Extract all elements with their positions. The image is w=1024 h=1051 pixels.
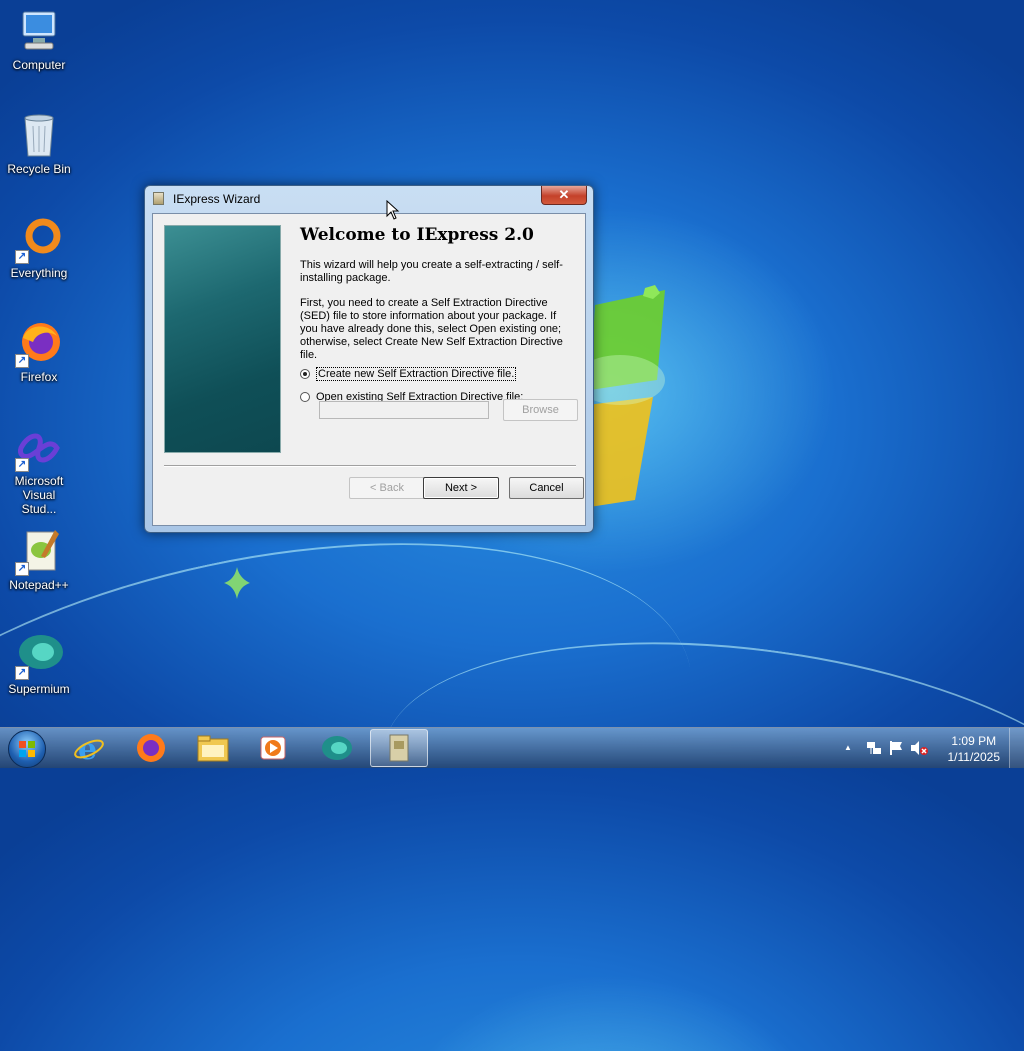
radio-button-create-new[interactable] — [300, 369, 310, 379]
notepadpp-icon: ↗ — [15, 528, 63, 576]
taskbar-media-player[interactable] — [244, 729, 302, 767]
clock-time: 1:09 PM — [951, 734, 997, 748]
sparkle-decoration — [224, 567, 250, 599]
desktop-icon-label: Everything — [10, 266, 68, 280]
start-button[interactable] — [8, 730, 46, 768]
taskbar-firefox[interactable] — [122, 729, 180, 767]
shortcut-arrow-icon: ↗ — [15, 354, 29, 368]
desktop-icon-label: Microsoft Visual Stud... — [14, 474, 64, 516]
back-button[interactable]: < Back — [349, 477, 425, 499]
desktop-icon-label: Notepad++ — [9, 578, 69, 592]
shortcut-arrow-icon: ↗ — [15, 458, 29, 472]
option-create-new-label[interactable]: Create new Self Extraction Directive fil… — [316, 367, 517, 381]
window-title: IExpress Wizard — [173, 192, 261, 206]
title-bar[interactable]: IExpress Wizard ✕ — [145, 186, 593, 212]
wizard-body: Welcome to IExpress 2.0 This wizard will… — [152, 213, 586, 526]
taskbar-file-explorer[interactable] — [184, 729, 242, 767]
desktop-icon-supermium[interactable]: ↗ Supermium — [4, 632, 74, 696]
desktop-icon-visual-studio[interactable]: ↗ Microsoft Visual Stud... — [4, 424, 74, 516]
taskbar-iexpress[interactable] — [370, 729, 428, 767]
recycle-bin-icon — [15, 112, 63, 160]
close-button[interactable]: ✕ — [541, 186, 587, 205]
desktop-icon-recycle-bin[interactable]: Recycle Bin — [4, 112, 74, 176]
instructions-text: First, you need to create a Self Extract… — [300, 297, 563, 361]
wizard-heading: Welcome to IExpress 2.0 — [300, 225, 534, 245]
supermium-icon — [322, 736, 352, 760]
intro-text: This wizard will help you create a self-… — [300, 259, 563, 284]
file-explorer-icon — [197, 735, 229, 762]
taskbar: e ▲ 1:09 PM 1/11/2025 — [0, 727, 1024, 768]
wizard-side-panel-image — [164, 225, 281, 453]
browse-button[interactable]: Browse — [503, 399, 578, 421]
desktop-icon-computer[interactable]: Computer — [4, 8, 74, 72]
internet-explorer-icon: e — [74, 732, 104, 764]
desktop-icon-label: Computer — [12, 58, 66, 72]
shortcut-arrow-icon: ↗ — [15, 562, 29, 576]
sed-path-input[interactable] — [319, 401, 489, 419]
button-separator — [164, 465, 576, 467]
radio-button-open-existing[interactable] — [300, 392, 310, 402]
iexpress-icon — [389, 734, 409, 762]
clock-date: 1/11/2025 — [947, 750, 1001, 764]
visual-studio-icon: ↗ — [15, 424, 63, 472]
shortcut-arrow-icon: ↗ — [15, 666, 29, 680]
show-hidden-icons-chevron-icon[interactable]: ▲ — [844, 743, 852, 752]
desktop-icon-label: Firefox — [20, 370, 58, 384]
desktop-icon-everything[interactable]: ↗ Everything — [4, 216, 74, 280]
volume-muted-icon[interactable] — [910, 740, 928, 756]
next-button[interactable]: Next > — [423, 477, 499, 499]
mouse-cursor-icon — [386, 200, 400, 220]
desktop-icon-label: Supermium — [8, 682, 70, 696]
iexpress-app-icon — [153, 192, 164, 205]
computer-icon — [15, 8, 63, 56]
system-tray: ▲ 1:09 PM 1/11/2025 — [834, 728, 1024, 768]
show-desktop-button[interactable] — [1009, 728, 1024, 768]
desktop-icon-notepadpp[interactable]: ↗ Notepad++ — [4, 528, 74, 592]
taskbar-internet-explorer[interactable]: e — [60, 729, 118, 767]
desktop-icon-label: Recycle Bin — [7, 162, 71, 176]
clock[interactable]: 1:09 PM 1/11/2025 — [948, 733, 1001, 765]
shortcut-arrow-icon: ↗ — [15, 250, 29, 264]
windows-start-icon — [19, 741, 35, 757]
option-create-new[interactable]: Create new Self Extraction Directive fil… — [300, 367, 517, 381]
supermium-icon: ↗ — [15, 632, 63, 680]
cancel-button[interactable]: Cancel — [509, 477, 584, 499]
firefox-icon — [137, 734, 165, 762]
taskbar-supermium[interactable] — [308, 729, 366, 767]
everything-icon: ↗ — [15, 216, 63, 264]
firefox-icon: ↗ — [15, 320, 63, 368]
action-center-flag-icon[interactable] — [888, 740, 904, 756]
network-icon[interactable] — [866, 740, 882, 756]
iexpress-wizard-window[interactable]: IExpress Wizard ✕ Welcome to IExpress 2.… — [144, 185, 594, 533]
desktop-icon-firefox[interactable]: ↗ Firefox — [4, 320, 74, 384]
media-player-icon — [260, 736, 286, 760]
